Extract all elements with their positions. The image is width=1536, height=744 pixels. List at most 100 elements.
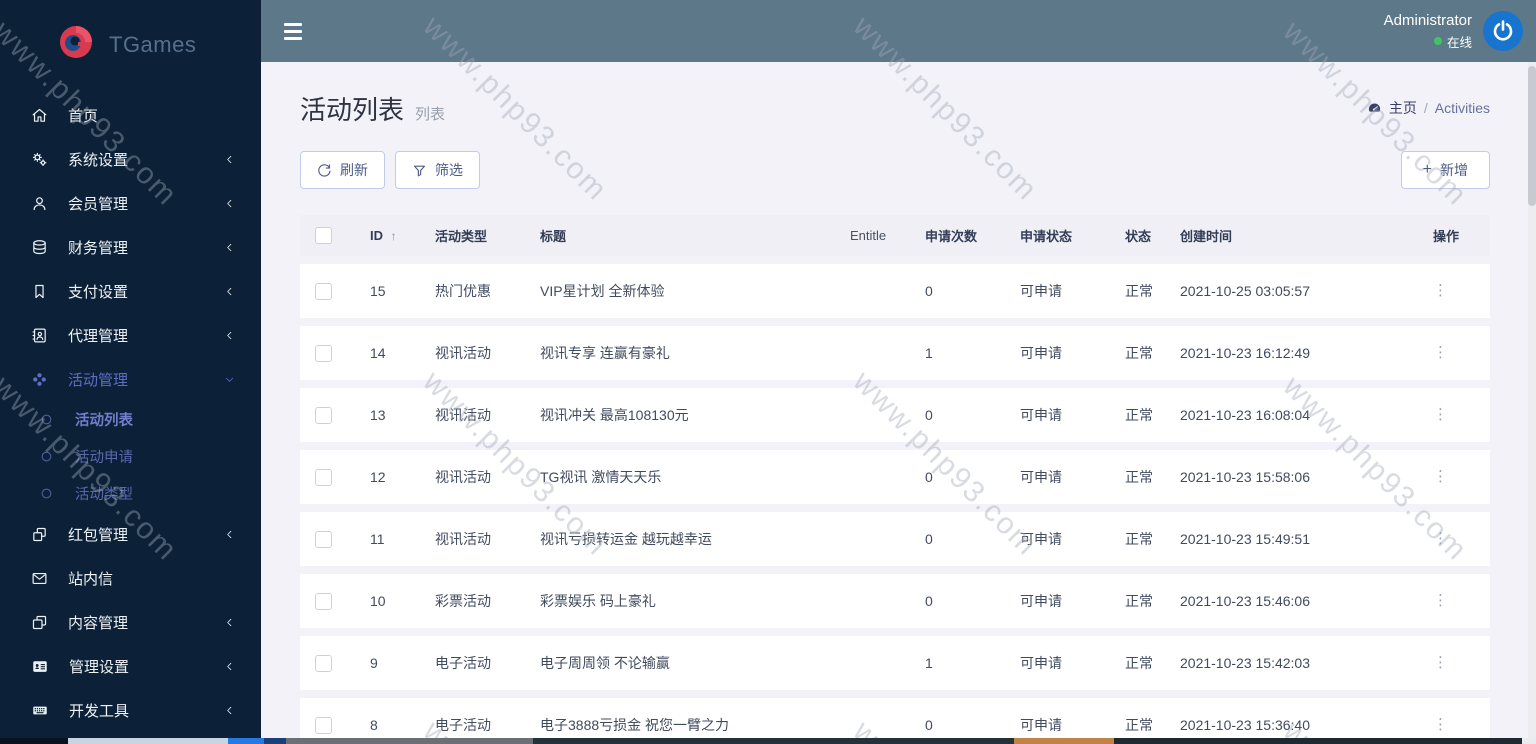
row-checkbox[interactable]: [315, 716, 332, 734]
chevron-left-icon: [224, 154, 235, 165]
page-subtitle: 列表: [415, 106, 446, 123]
sort-ascending-icon: ↑: [390, 229, 397, 243]
sidebar-item-members[interactable]: 会员管理: [0, 181, 261, 225]
hamburger-menu-icon[interactable]: [284, 22, 302, 40]
row-checkbox[interactable]: [315, 654, 332, 672]
progress-segment: [68, 738, 228, 744]
user-status: 在线: [1384, 32, 1472, 51]
cell-status: 正常: [1115, 388, 1170, 442]
sidebar-subitem-label: 活动类型: [75, 487, 133, 503]
cell-type: 视讯活动: [425, 512, 530, 566]
cell-created: 2021-10-23 15:58:06: [1170, 450, 1405, 504]
sidebar-item-home[interactable]: 首页: [0, 93, 261, 137]
cell-created: 2021-10-23 15:42:03: [1170, 636, 1405, 690]
sidebar-item-admin-settings[interactable]: 管理设置: [0, 644, 261, 688]
column-header-title[interactable]: 标题: [530, 215, 840, 256]
row-checkbox[interactable]: [315, 406, 332, 424]
cell-status: 正常: [1115, 636, 1170, 690]
envelope-icon: [32, 572, 47, 584]
cell-entitle: [840, 512, 915, 566]
sidebar-item-payment[interactable]: 支付设置: [0, 269, 261, 313]
table-row: 11 视讯活动 视讯亏损转运金 越玩越幸运 0 可申请 正常 2021-10-2…: [300, 512, 1490, 566]
cell-title: 彩票娱乐 码上豪礼: [530, 574, 840, 628]
funnel-icon: [413, 165, 426, 176]
cell-type: 视讯活动: [425, 326, 530, 380]
sidebar-subitem-label: 活动列表: [75, 413, 133, 429]
sidebar-item-red-packets[interactable]: 红包管理: [0, 512, 261, 556]
row-actions-kebab-icon[interactable]: ⋮: [1405, 636, 1490, 690]
add-button[interactable]: + 新增: [1400, 151, 1490, 189]
user-name: Administrator: [1383, 11, 1472, 29]
table-row: 14 视讯活动 视讯专享 连赢有豪礼 1 可申请 正常 2021-10-23 1…: [300, 326, 1490, 380]
sidebar-item-content[interactable]: 内容管理: [0, 600, 261, 644]
scrollbar-thumb[interactable]: [1528, 66, 1536, 206]
vertical-scrollbar[interactable]: [1528, 62, 1536, 738]
cell-id: 11: [360, 512, 425, 566]
avatar[interactable]: [1483, 11, 1523, 51]
tgames-logo-icon: [56, 22, 96, 67]
cell-created: 2021-10-25 03:05:57: [1170, 264, 1405, 318]
user-meta: Administrator 在线: [1384, 12, 1472, 51]
column-header-apply-count[interactable]: 申请次数: [915, 215, 1010, 256]
column-header-status[interactable]: 状态: [1115, 215, 1170, 256]
sidebar-item-label: 内容管理: [68, 614, 129, 632]
breadcrumb-home[interactable]: 主页: [1366, 98, 1417, 118]
row-actions-kebab-icon[interactable]: ⋮: [1405, 512, 1490, 566]
row-checkbox[interactable]: [315, 468, 332, 486]
row-actions-kebab-icon[interactable]: ⋮: [1405, 326, 1490, 380]
progress-segment: [286, 738, 533, 744]
online-status-dot: [1433, 37, 1442, 45]
main-content: 活动列表 列表 主页 / Activities 刷新 筛选 + 新增 ID ↑ …: [261, 62, 1536, 744]
chevron-left-icon: [224, 330, 235, 341]
breadcrumb-current: Activities: [1434, 100, 1490, 116]
cell-apply-status: 可申请: [1010, 636, 1115, 690]
brand-name: TGames: [109, 31, 197, 57]
column-header-id[interactable]: ID ↑: [360, 215, 425, 256]
circle-icon: [41, 488, 52, 499]
refresh-icon: [318, 163, 331, 177]
cell-apply-count: 1: [915, 326, 1010, 380]
online-status-label: 在线: [1446, 35, 1472, 50]
sidebar-item-messages[interactable]: 站内信: [0, 556, 261, 600]
row-actions-kebab-icon[interactable]: ⋮: [1405, 264, 1490, 318]
sidebar-subitem-activity-list[interactable]: 活动列表: [0, 401, 261, 438]
row-checkbox[interactable]: [315, 530, 332, 548]
row-actions-kebab-icon[interactable]: ⋮: [1405, 450, 1490, 504]
circle-icon: [41, 414, 52, 425]
refresh-button[interactable]: 刷新: [300, 151, 385, 189]
sidebar-item-agents[interactable]: 代理管理: [0, 313, 261, 357]
table-row: 12 视讯活动 TG视讯 激情天天乐 0 可申请 正常 2021-10-23 1…: [300, 450, 1490, 504]
sidebar-item-label: 代理管理: [68, 327, 129, 345]
row-actions-kebab-icon[interactable]: ⋮: [1405, 388, 1490, 442]
progress-segment: [533, 738, 1014, 744]
filter-button[interactable]: 筛选: [395, 151, 480, 189]
select-all-checkbox[interactable]: [315, 227, 332, 245]
cell-apply-count: 0: [915, 512, 1010, 566]
row-checkbox[interactable]: [315, 344, 332, 362]
column-header-type[interactable]: 活动类型: [425, 215, 530, 256]
sidebar-subitem-activity-apply[interactable]: 活动申请: [0, 438, 261, 475]
table-row: 15 热门优惠 VIP星计划 全新体验 0 可申请 正常 2021-10-25 …: [300, 264, 1490, 318]
gears-icon: [32, 152, 47, 166]
cell-title: 电子周周领 不论输赢: [530, 636, 840, 690]
cell-created: 2021-10-23 15:49:51: [1170, 512, 1405, 566]
column-header-apply-status[interactable]: 申请状态: [1010, 215, 1115, 256]
sidebar-item-system-settings[interactable]: 系统设置: [0, 137, 261, 181]
circle-icon: [41, 451, 52, 462]
sidebar-subitem-activity-types[interactable]: 活动类型: [0, 475, 261, 512]
cell-entitle: [840, 264, 915, 318]
sidebar-item-finance[interactable]: 财务管理: [0, 225, 261, 269]
sidebar-item-label: 财务管理: [68, 239, 129, 257]
chevron-down-icon: [224, 374, 235, 385]
sidebar-item-dev-tools[interactable]: 开发工具: [0, 688, 261, 732]
row-checkbox[interactable]: [315, 282, 332, 300]
cell-apply-status: 可申请: [1010, 264, 1115, 318]
column-header-created[interactable]: 创建时间: [1170, 215, 1405, 256]
column-header-entitle[interactable]: Entitle: [840, 215, 915, 256]
row-checkbox[interactable]: [315, 592, 332, 610]
home-icon: [32, 108, 47, 122]
row-actions-kebab-icon[interactable]: ⋮: [1405, 574, 1490, 628]
sidebar-item-activities[interactable]: 活动管理: [0, 357, 261, 401]
chevron-left-icon: [224, 661, 235, 672]
brand-header[interactable]: TGames: [0, 0, 261, 93]
